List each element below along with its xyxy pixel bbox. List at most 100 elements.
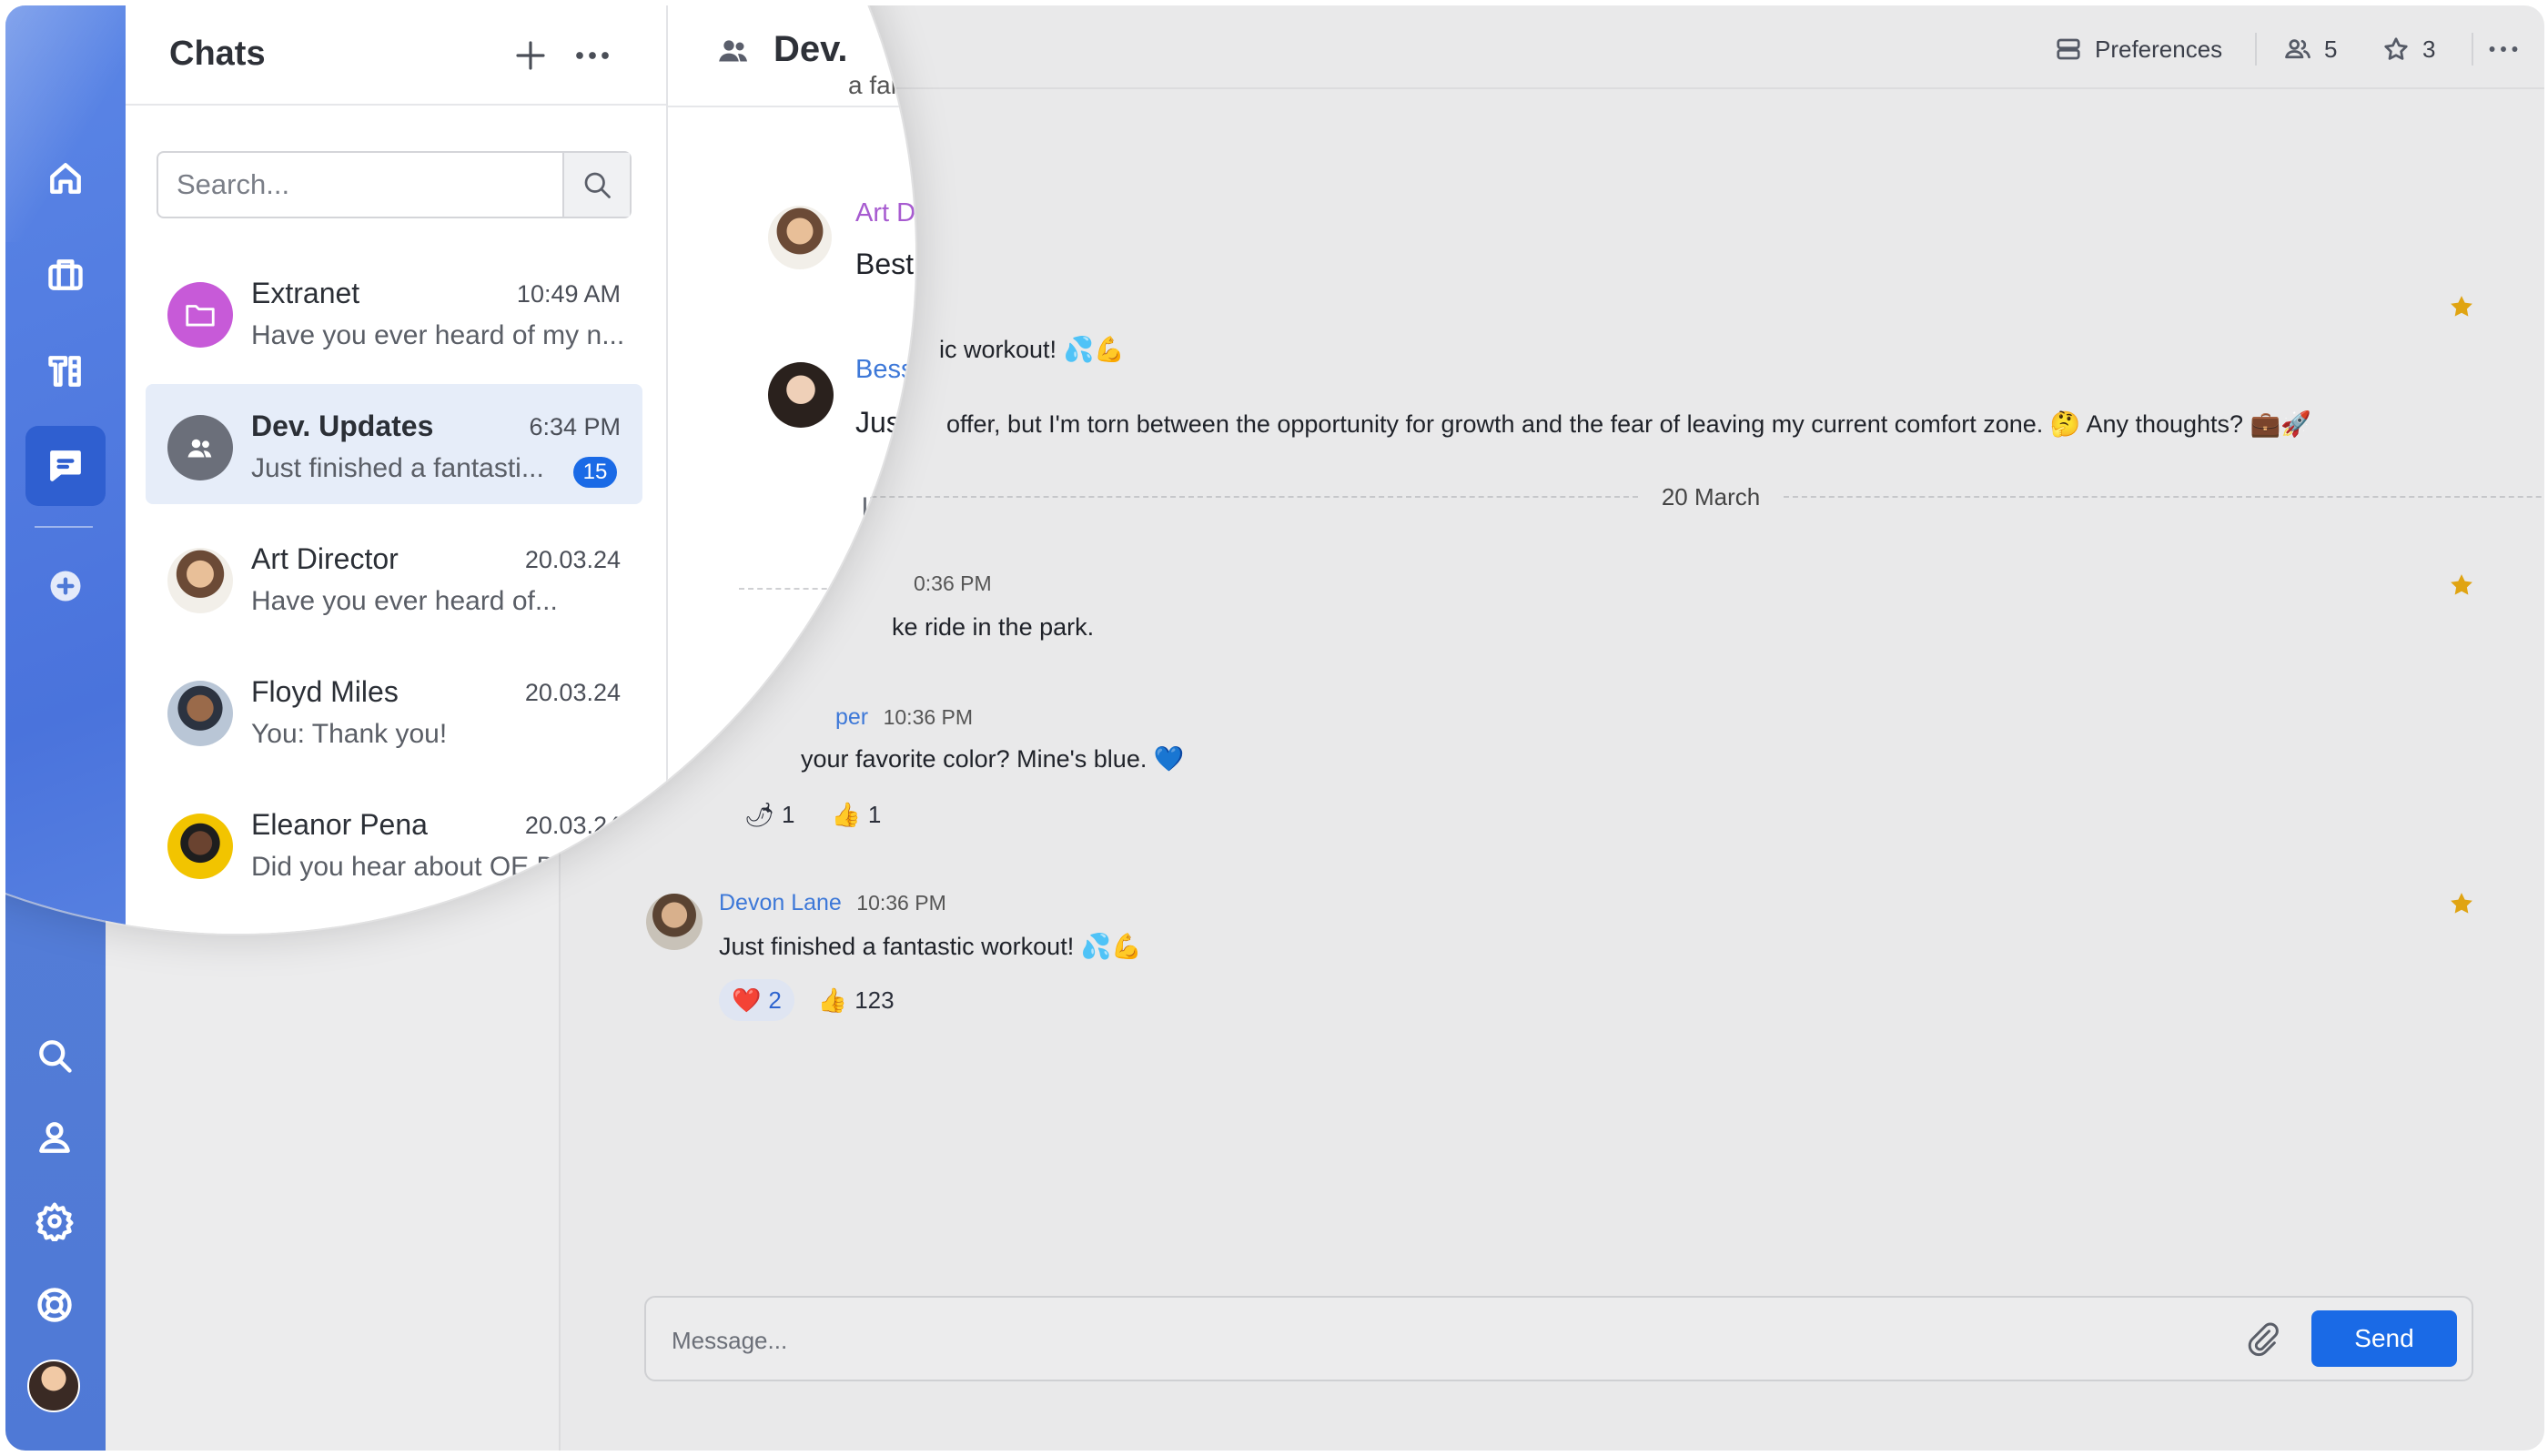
message-text: Just finished a fantastic workout! 💦💪 (719, 933, 1142, 960)
search-button[interactable] (562, 153, 630, 217)
chat-name: Art Director (251, 542, 399, 575)
chats-header: Chats (126, 5, 666, 106)
rail-settings-button[interactable] (15, 1181, 95, 1261)
message-fragment: offer, but I'm torn between the opportun… (946, 410, 2311, 439)
chat-item-floyd-miles[interactable]: Floyd Miles 20.03.24 You: Thank you! (146, 650, 642, 770)
star-filled-icon[interactable] (2448, 571, 2475, 599)
chat-preview: You: Thank you! (251, 719, 448, 749)
header-divider (2255, 33, 2257, 66)
members-count: 5 (2324, 35, 2338, 63)
search-icon (39, 1040, 72, 1073)
users-icon (2285, 39, 2310, 59)
date-divider: 20 March (726, 479, 2544, 515)
message-time: PM (912, 166, 915, 191)
rail-work-button[interactable] (25, 235, 106, 315)
chat-time: 20.03.24 (524, 812, 621, 839)
home-icon (50, 163, 81, 194)
starred-count: 3 (2422, 35, 2436, 63)
message-text: I'm co (861, 491, 915, 524)
message-text: ic workout! 💦💪 (939, 336, 1125, 363)
chat-preview: Have you ever heard of my n... (251, 320, 625, 350)
contact-avatar (167, 681, 233, 746)
chats-panel: Chats Extranet 10:49 AM Have (126, 5, 668, 934)
chat-search (157, 151, 632, 218)
chat-preview: Have you ever heard of... (251, 586, 558, 616)
chat-name: Extranet (251, 277, 360, 309)
header-rule (668, 106, 915, 107)
chat-item-dev-updates[interactable]: Dev. Updates 6:34 PM Just finished a fan… (146, 384, 642, 504)
message-fragment: a fantastic workout! (848, 71, 915, 99)
date-divider-label: 20 March (1661, 482, 1761, 511)
message-text: Just fin (855, 406, 915, 439)
plus-icon[interactable] (511, 36, 550, 75)
group-icon (719, 39, 747, 61)
nav-rail-magnified (5, 5, 126, 934)
paperclip-icon[interactable] (2244, 1321, 2280, 1358)
folder-avatar (167, 282, 233, 348)
message-input[interactable]: Message... (672, 1327, 787, 1355)
search-input[interactable] (158, 153, 566, 217)
chat-item-extranet[interactable]: Extranet 10:49 AM Have you ever heard of… (146, 251, 642, 371)
chats-title: Chats (169, 35, 266, 73)
reaction-emoji: 👍 (817, 986, 848, 1014)
gear-icon (35, 1202, 74, 1241)
star-outline-icon (2384, 37, 2408, 60)
chat-time: 6:34 PM (529, 413, 621, 440)
message-text: Bestie (855, 248, 915, 280)
rail-separator (35, 526, 93, 528)
message-text: offer, but I'm torn between the opportun… (946, 410, 2311, 438)
briefcase-icon (48, 259, 83, 290)
magnified-content: Chats Extranet 10:49 AM Have (5, 5, 915, 934)
divider-line (739, 588, 915, 590)
chat-item-art-director[interactable]: Art Director 20.03.24 Have you ever hear… (146, 517, 642, 637)
sender-avatar[interactable] (768, 206, 832, 269)
starred-button[interactable]: 3 (2382, 31, 2435, 67)
send-button[interactable]: Send (2311, 1310, 2457, 1367)
rail-add-button[interactable] (25, 546, 106, 626)
preferences-button[interactable]: Preferences (2055, 31, 2222, 67)
sender-avatar[interactable] (768, 362, 834, 428)
reaction-emoji: ❤️ (732, 986, 762, 1014)
message-body: Just finished a fantastic workout! 💦💪 (719, 932, 1142, 961)
reaction-count: 2 (768, 986, 782, 1014)
message-fragment: ic workout! 💦💪 (939, 335, 1125, 364)
reaction-chip[interactable]: ❤️ 2 (719, 979, 794, 1021)
lifebuoy-icon (37, 1288, 72, 1322)
message-fragment: 0:36 PM (914, 571, 992, 596)
star-filled-icon[interactable] (2448, 293, 2475, 320)
rail-chats-button[interactable] (25, 426, 106, 506)
chat-preview: Just finished a fantasti... (251, 453, 544, 483)
rail-tools-button[interactable] (25, 331, 106, 411)
contact-avatar (167, 548, 233, 613)
search-icon (584, 172, 611, 198)
star-filled-icon[interactable] (2448, 890, 2475, 917)
more-horizontal-icon (2489, 46, 2518, 52)
sender-avatar[interactable] (768, 690, 834, 755)
app-window: Preferences 5 3 ic workout! 💦💪 offer, bu… (5, 5, 2544, 1451)
unread-badge: 15 (573, 457, 617, 488)
members-button[interactable]: 5 (2284, 31, 2337, 67)
more-horizontal-icon[interactable] (573, 36, 612, 75)
chat-name: Eleanor Pena (251, 808, 428, 841)
rail-search-button[interactable] (15, 1016, 95, 1096)
rail-help-button[interactable] (15, 1265, 95, 1345)
folder-icon (186, 305, 215, 327)
preferences-icon (2057, 38, 2080, 60)
message-sender[interactable]: Art D (855, 198, 915, 228)
conversation-title-group: Dev. (715, 29, 848, 70)
header-divider (2472, 33, 2473, 66)
chat-name: Floyd Miles (251, 675, 399, 708)
chat-icon (50, 450, 81, 481)
conversation-more-button[interactable] (2488, 31, 2519, 67)
rail-home-button[interactable] (25, 138, 106, 218)
reaction-count: 123 (854, 986, 895, 1014)
rail-profile-button[interactable] (15, 1097, 95, 1178)
contact-avatar (167, 814, 233, 879)
message-sender[interactable]: Bessie (855, 355, 915, 385)
current-user-avatar[interactable] (27, 1360, 80, 1412)
tools-icon (48, 356, 81, 387)
message-time: 0:36 PM (914, 571, 992, 595)
reaction-chip[interactable]: 👍 123 (805, 979, 907, 1021)
chat-item-eleanor-pena[interactable]: Eleanor Pena 20.03.24 Did you hear about… (146, 783, 642, 903)
divider-line (1784, 496, 2544, 498)
